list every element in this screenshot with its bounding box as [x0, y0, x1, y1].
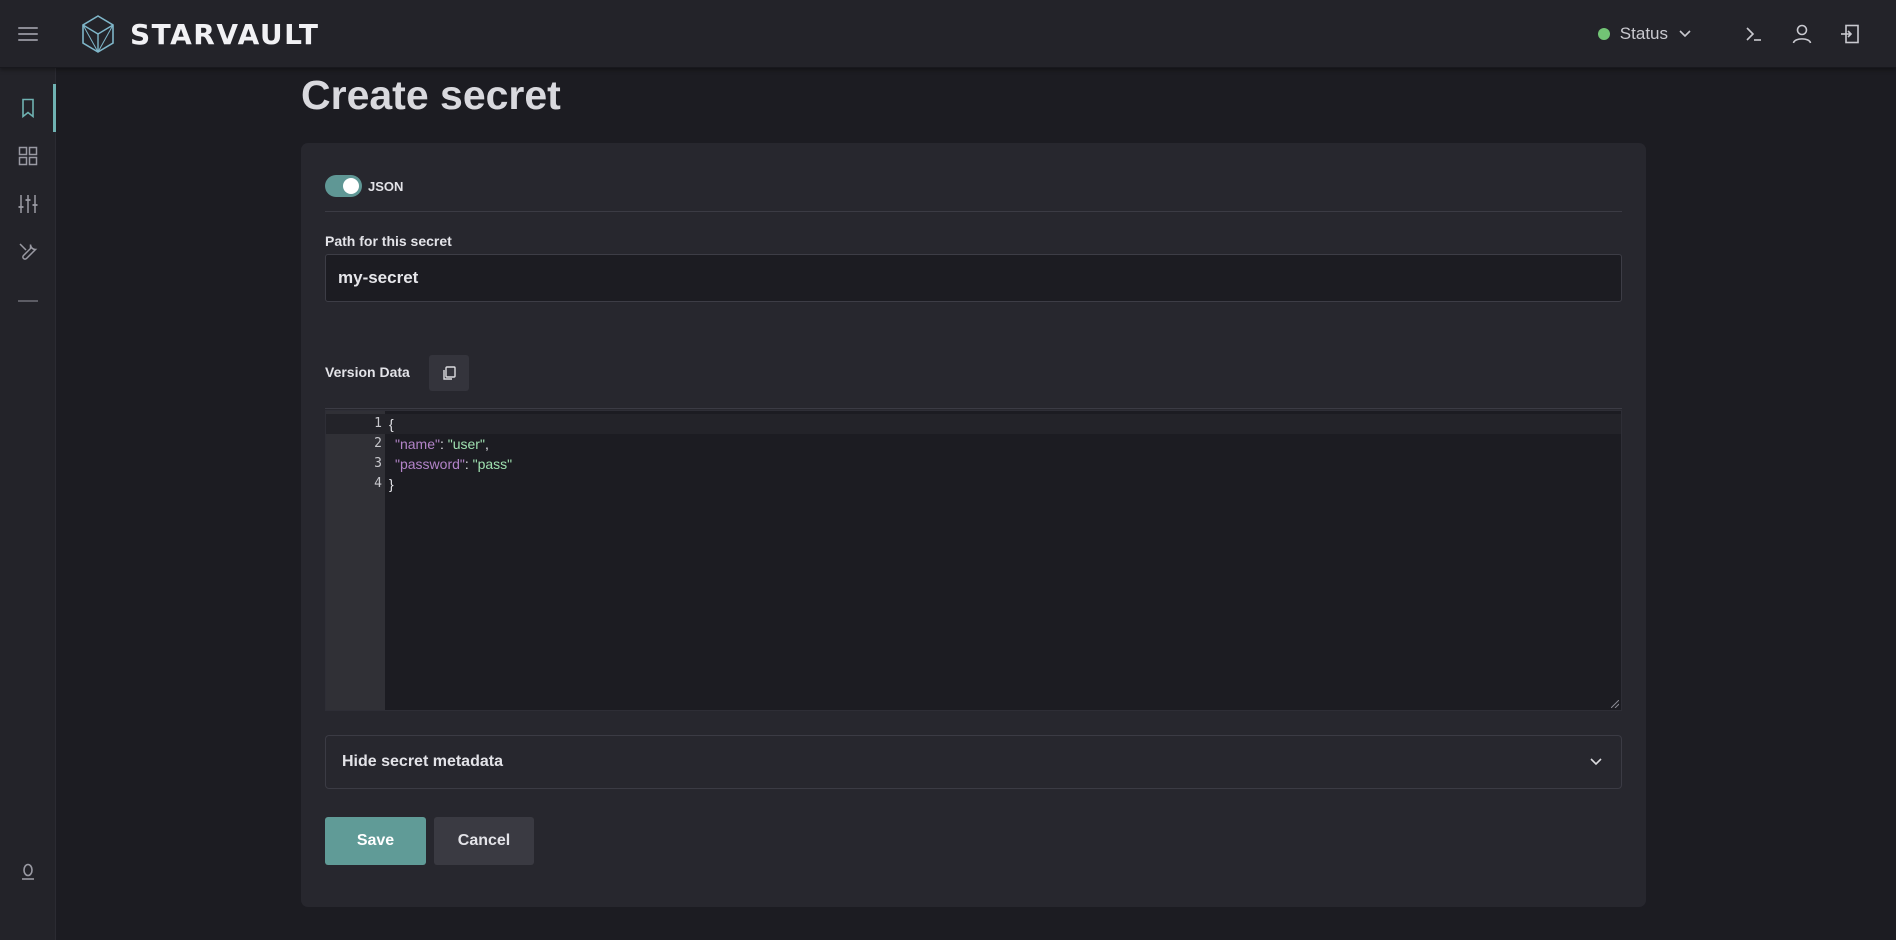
page-title: Create secret: [301, 72, 561, 118]
sidebar-item-tools[interactable]: [0, 228, 56, 276]
bookmark-icon: [22, 98, 34, 119]
console-icon[interactable]: [1742, 22, 1766, 46]
sidebar: [0, 68, 56, 940]
json-separator: :: [464, 456, 473, 472]
code-line: 2 "name": "user",: [326, 434, 1621, 454]
divider: [325, 408, 1622, 409]
path-label: Path for this secret: [325, 233, 452, 249]
save-button[interactable]: Save: [325, 817, 426, 865]
top-navbar: STARVAULT Status: [0, 0, 1896, 68]
code-line: 1 {: [326, 414, 1621, 434]
json-separator: :: [439, 436, 448, 452]
json-key: "name": [395, 436, 440, 452]
brand[interactable]: STARVAULT: [80, 14, 319, 54]
code-text: "password": "pass": [395, 454, 512, 474]
sliders-icon: [18, 195, 38, 213]
code-text: }: [389, 476, 394, 492]
json-value: "user": [447, 436, 485, 452]
menu-icon[interactable]: [16, 24, 40, 44]
path-input[interactable]: [325, 254, 1622, 302]
json-comma: ,: [484, 436, 489, 452]
resize-handle-icon[interactable]: [1611, 700, 1619, 708]
secret-metadata-toggle[interactable]: Hide secret metadata: [325, 735, 1622, 789]
grid-icon: [18, 146, 38, 166]
divider: [325, 211, 1622, 212]
code-text: {: [389, 416, 394, 432]
info-icon: [22, 863, 34, 880]
minus-icon: [18, 300, 38, 302]
json-toggle-label: JSON: [368, 178, 404, 194]
line-number: 1: [374, 416, 382, 431]
create-secret-form: JSON Path for this secret Version Data 1…: [301, 143, 1646, 907]
logout-icon[interactable]: [1838, 22, 1862, 46]
copy-icon: [443, 366, 456, 380]
cancel-button[interactable]: Cancel: [434, 817, 534, 865]
sidebar-item-settings[interactable]: [0, 180, 56, 228]
user-icon[interactable]: [1790, 22, 1814, 46]
json-editor[interactable]: 1 { 2 "name": "user", 3 "password": "pas…: [325, 410, 1622, 711]
sidebar-item-info[interactable]: [0, 848, 56, 896]
sidebar-item-dashboard[interactable]: [0, 132, 56, 180]
status-dropdown[interactable]: Status: [1597, 24, 1692, 44]
metadata-toggle-label: Hide secret metadata: [342, 753, 503, 770]
logo-icon: [82, 15, 114, 53]
json-key: "password": [395, 456, 465, 472]
status-indicator: [1597, 28, 1610, 40]
status-label: Status: [1619, 24, 1668, 43]
line-number: 2: [374, 436, 382, 451]
json-switch[interactable]: [325, 175, 362, 197]
code-line: 3 "password": "pass": [326, 454, 1621, 474]
json-value: "pass": [472, 456, 513, 472]
json-toggle[interactable]: JSON: [325, 175, 403, 197]
sidebar-collapse[interactable]: [0, 277, 56, 325]
line-number: 4: [374, 476, 382, 491]
chevron-down-icon: [1590, 758, 1602, 766]
code-text: "name": "user",: [395, 434, 489, 454]
wrench-icon: [19, 243, 38, 260]
brand-name: STARVAULT: [130, 17, 320, 51]
line-number: 3: [374, 456, 382, 471]
version-data-label: Version Data: [325, 364, 410, 380]
chevron-down-icon: [1679, 30, 1691, 38]
code-line: 4 }: [326, 474, 1621, 494]
sidebar-item-secrets[interactable]: [0, 84, 56, 132]
copy-button[interactable]: [429, 355, 469, 391]
